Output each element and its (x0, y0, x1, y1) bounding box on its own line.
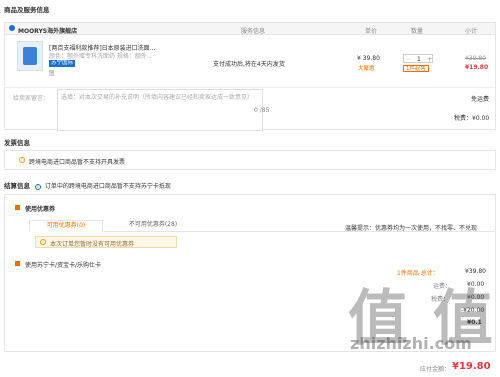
summary-discount-value: -¥20.00 (461, 307, 485, 314)
price-tag: 大聚惠 (358, 66, 375, 72)
summary-items-text: 1件商品 总计： (397, 270, 439, 277)
settle-header: 结算信息 i 订单中的跨境电商进口商品暂不支持苏宁卡抵现 (4, 180, 171, 190)
section-title-invoice: 发票信息 (4, 139, 30, 147)
summary-extra-value: ¥0.1 (467, 319, 482, 326)
summary-items-label: 1件商品 总计： (397, 268, 439, 277)
tab-available-coupons[interactable]: 可用优惠券(0) (29, 220, 103, 232)
product-attrs: 颜色：额外赠专科洗面奶 规格：额外... (49, 53, 153, 60)
coupon-empty-notice: ! 本次订单您暂时没有可用优惠券 (35, 236, 177, 248)
service-info: 支付成功后,将在4天内发货 (213, 61, 285, 68)
invoice-panel: ! 跨境电商进口商品暂不支持开具发票 (4, 150, 496, 170)
quantity-stepper[interactable]: - 1 + (403, 54, 433, 63)
store-icon (9, 25, 15, 31)
section-title-settle: 结算信息 (4, 182, 30, 190)
product-image-shape (23, 47, 37, 65)
summary-tax-label: 税费： (431, 296, 450, 303)
message-counter: 0 /85 (254, 107, 270, 114)
qty-plus-button[interactable]: + (427, 56, 432, 63)
settle-notice: 订单中的跨境电商进口商品暂不支持苏宁卡抵现 (44, 183, 171, 190)
message-textarea[interactable]: 选填：对本次交易的补充说明（所填内容建议已经和卖家达成一致意见） (57, 89, 263, 131)
store-name[interactable]: MOORYS海外旗舰店 (18, 26, 77, 35)
product-panel: MOORYS海外旗舰店 服务信息 单价 数量 小计 [两百支福利款推荐]日本原装… (4, 22, 496, 131)
warning-icon: ! (19, 157, 25, 163)
qty-minus-button[interactable]: - (407, 56, 409, 63)
qty-min-badge: 1件起售 (403, 65, 429, 72)
coupon-title[interactable]: 使用优惠券 (25, 204, 55, 213)
settle-panel: 使用优惠券 可用优惠券(0) 不可用优惠券(28) 温馨提示：优惠券均为一次使用… (4, 194, 496, 352)
global-tag: 苏宁国际 (49, 60, 76, 67)
payable-label: 应付金额： (420, 366, 451, 373)
unit-price: ¥ 39.80 (357, 55, 380, 62)
product-table-header: MOORYS海外旗舰店 服务信息 单价 数量 小计 (5, 23, 495, 35)
cards-title[interactable]: 使用苏宁卡/资宝卡/乐购仕卡 (25, 260, 101, 269)
header-service: 服务信息 (241, 27, 266, 35)
summary-tax-value: ¥0.00 (467, 294, 485, 301)
coupon-empty-text: 本次订单您暂时没有可用优惠券 (50, 241, 135, 248)
cards-collapse-icon[interactable] (15, 261, 20, 266)
summary-shipping-label: 运费： (433, 283, 452, 290)
invoice-notice: 跨境电商进口商品暂不支持开具发票 (29, 159, 126, 166)
subtotal: ¥19.80 (465, 64, 489, 71)
header-subtotal: 小计 (465, 27, 478, 35)
tax-fee: 税费：¥0.00 (454, 115, 490, 122)
product-thumbnail[interactable] (17, 41, 43, 71)
header-unit-price: 单价 (365, 27, 378, 35)
message-label: 给卖家留言： (13, 95, 50, 102)
message-placeholder: 选填：对本次交易的补充说明（所填内容建议已经和卖家达成一致意见） (61, 94, 254, 101)
payable-amount: ¥19.80 (452, 361, 491, 372)
shipping-free: 免运费 (471, 96, 490, 103)
qty-value[interactable]: 1 (417, 56, 421, 63)
coupon-tip: 温馨提示：优惠券均为一次使用，不找零、不兑现 (345, 225, 478, 232)
original-subtotal: ¥39.80 (465, 55, 486, 62)
product-divider (5, 87, 495, 88)
tab-unavailable-coupons[interactable]: 不可用优惠券(28) (111, 220, 195, 232)
coupon-warning-icon: ! (40, 239, 46, 245)
summary-items-value: ¥39.80 (465, 268, 486, 275)
summary-shipping-value: ¥0.00 (467, 281, 485, 288)
product-image-note: 图 (49, 71, 55, 77)
section-title-product: 商品及服务信息 (4, 6, 50, 14)
coupon-collapse-icon[interactable] (15, 205, 20, 210)
info-icon: i (34, 184, 41, 190)
header-quantity: 数量 (411, 27, 424, 35)
